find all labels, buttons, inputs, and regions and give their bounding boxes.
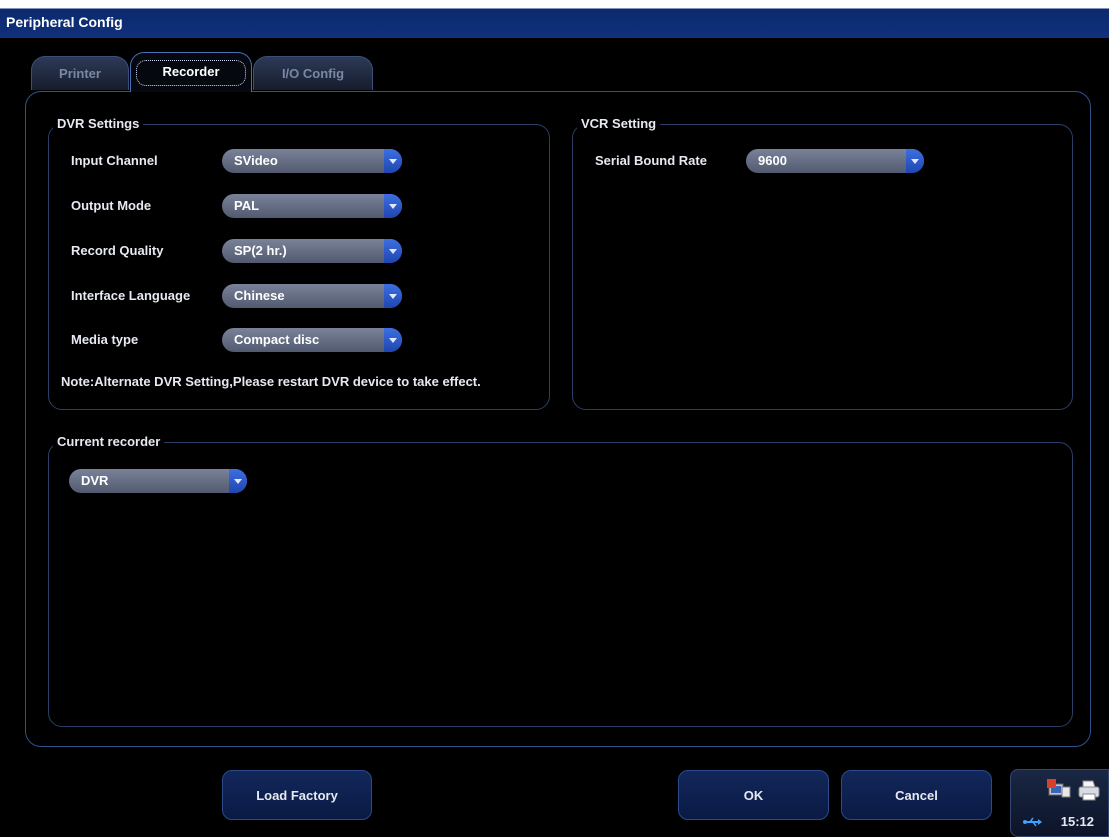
window-title: Peripheral Config (6, 14, 123, 30)
serial-bound-rate-select[interactable]: 9600 (746, 149, 924, 173)
tab-recorder[interactable]: Recorder (130, 52, 252, 92)
printer-icon[interactable] (1077, 779, 1101, 806)
record-quality-select[interactable]: SP(2 hr.) (222, 239, 402, 263)
cancel-label: Cancel (895, 788, 938, 803)
media-type-label: Media type (71, 332, 139, 347)
current-recorder-value: DVR (81, 473, 109, 488)
media-type-value: Compact disc (234, 332, 320, 347)
ok-button[interactable]: OK (678, 770, 829, 820)
record-quality-label: Record Quality (71, 243, 164, 258)
vcr-setting-title: VCR Setting (577, 116, 661, 131)
chevron-down-icon[interactable] (906, 149, 924, 173)
chevron-down-icon[interactable] (384, 239, 402, 263)
clock-time: 15:12 (1060, 814, 1094, 829)
cancel-button[interactable]: Cancel (841, 770, 992, 820)
dvr-settings-group: DVR Settings Input Channel SVideo Output… (48, 116, 550, 410)
tab-recorder-label: Recorder (162, 64, 220, 79)
output-mode-label: Output Mode (71, 198, 152, 213)
tab-io-config[interactable]: I/O Config (253, 56, 373, 90)
chevron-down-icon[interactable] (229, 469, 247, 493)
input-channel-value: SVideo (234, 153, 278, 168)
input-channel-label: Input Channel (71, 153, 158, 168)
chevron-down-icon[interactable] (384, 194, 402, 218)
interface-language-select[interactable]: Chinese (222, 284, 402, 308)
output-mode-value: PAL (234, 198, 260, 213)
recorder-panel: DVR Settings Input Channel SVideo Output… (25, 91, 1091, 747)
chevron-down-icon[interactable] (384, 328, 402, 352)
load-factory-label: Load Factory (256, 788, 338, 803)
dvr-settings-title: DVR Settings (53, 116, 144, 131)
tab-printer-label: Printer (59, 66, 101, 81)
media-type-select[interactable]: Compact disc (222, 328, 402, 352)
interface-language-value: Chinese (234, 288, 285, 303)
network-icon[interactable] (1047, 779, 1071, 804)
output-mode-select[interactable]: PAL (222, 194, 402, 218)
vcr-setting-group: VCR Setting Serial Bound Rate 9600 (572, 116, 1073, 410)
serial-bound-rate-label: Serial Bound Rate (595, 153, 707, 168)
current-recorder-group: Current recorder DVR (48, 434, 1073, 727)
load-factory-button[interactable]: Load Factory (222, 770, 372, 820)
chevron-down-icon[interactable] (384, 149, 402, 173)
tab-io-config-label: I/O Config (281, 66, 345, 81)
title-bar: Peripheral Config (0, 0, 1109, 38)
serial-bound-rate-value: 9600 (758, 153, 787, 168)
usb-icon[interactable] (1023, 816, 1043, 831)
ok-label: OK (743, 788, 764, 803)
tab-printer[interactable]: Printer (31, 56, 129, 90)
record-quality-value: SP(2 hr.) (234, 243, 287, 258)
system-tray: 15:12 (1010, 769, 1109, 837)
chevron-down-icon[interactable] (384, 284, 402, 308)
current-recorder-title: Current recorder (53, 434, 165, 449)
current-recorder-select[interactable]: DVR (69, 469, 247, 493)
input-channel-select[interactable]: SVideo (222, 149, 402, 173)
tab-recorder-focus: Recorder (136, 60, 246, 86)
interface-language-label: Interface Language (71, 288, 191, 303)
dvr-restart-note: Note:Alternate DVR Setting,Please restar… (61, 374, 481, 389)
